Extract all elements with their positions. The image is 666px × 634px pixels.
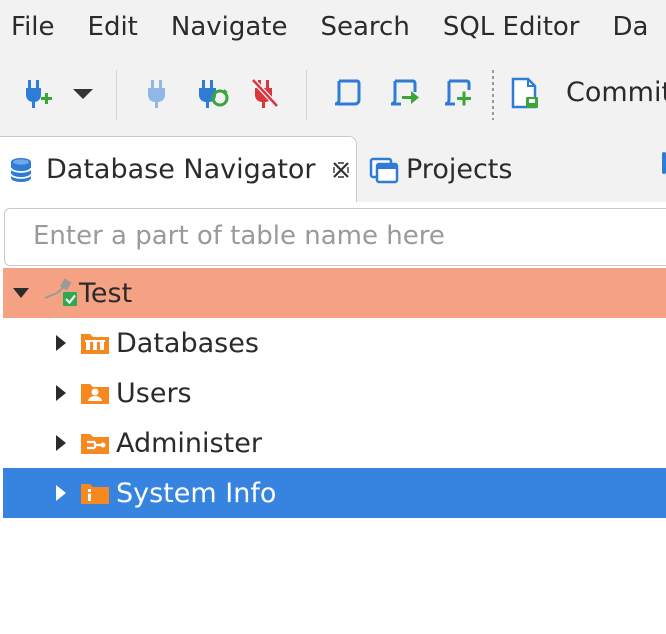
table-filter-input[interactable]	[5, 209, 666, 263]
chevron-right-icon[interactable]	[53, 485, 69, 501]
connect-icon[interactable]	[140, 76, 174, 110]
menu-edit[interactable]: Edit	[75, 0, 138, 54]
open-sql-script-icon[interactable]	[386, 76, 420, 110]
menu-search[interactable]: Search	[308, 0, 410, 54]
system-info-folder-icon	[80, 478, 110, 508]
new-sql-script-icon[interactable]	[440, 76, 474, 110]
administer-folder-icon	[80, 428, 110, 458]
tab-projects[interactable]: Projects	[366, 136, 566, 202]
tab-label: Projects	[406, 153, 513, 185]
tree-node-label: System Info	[116, 477, 277, 509]
menu-file[interactable]: File	[0, 0, 55, 54]
toolbar-separator	[492, 70, 494, 120]
tree-node-users[interactable]: Users	[3, 368, 666, 418]
main-toolbar: Commit	[0, 54, 666, 136]
chevron-down-icon[interactable]	[13, 285, 29, 301]
close-icon[interactable]	[330, 159, 352, 181]
disconnect-icon[interactable]	[248, 76, 282, 110]
commit-button-label[interactable]: Commit	[566, 72, 666, 114]
toolbar-separator	[116, 70, 117, 120]
toolbar-separator	[306, 70, 307, 120]
commit-mode-icon[interactable]	[508, 76, 542, 110]
projects-icon	[368, 153, 400, 185]
databases-folder-icon	[80, 328, 110, 358]
tree-node-databases[interactable]: Databases	[3, 318, 666, 368]
table-filter-box	[4, 208, 666, 266]
chevron-right-icon[interactable]	[53, 385, 69, 401]
tree-node-administer[interactable]: Administer	[3, 418, 666, 468]
tree-node-label: Databases	[116, 327, 259, 359]
tree-node-test-connection[interactable]: Test	[3, 268, 666, 318]
database-icon	[8, 154, 40, 186]
tab-database-navigator[interactable]: Database Navigator	[0, 136, 357, 202]
menu-sql-editor[interactable]: SQL Editor	[430, 0, 580, 54]
tree-node-label: Administer	[116, 427, 262, 459]
dropdown-arrow-icon[interactable]	[66, 76, 100, 110]
sql-editor-icon[interactable]	[330, 76, 364, 110]
tree-node-label: Users	[116, 377, 192, 409]
navigator-panel: Test Databases Use	[0, 202, 666, 634]
users-folder-icon	[80, 378, 110, 408]
tree-node-system-info[interactable]: System Info	[3, 468, 666, 518]
tab-label: Database Navigator	[46, 154, 316, 185]
menu-navigate[interactable]: Navigate	[158, 0, 288, 54]
menu-database[interactable]: Da	[600, 0, 649, 54]
chevron-right-icon[interactable]	[53, 335, 69, 351]
view-tab-bar: Database Navigator Projects	[0, 136, 666, 202]
chevron-right-icon[interactable]	[53, 435, 69, 451]
new-connection-icon[interactable]	[22, 76, 56, 110]
reconnect-icon[interactable]	[196, 76, 230, 110]
tree-node-label: Test	[79, 277, 133, 309]
connection-connected-icon	[43, 278, 79, 308]
overflow-tab-icon[interactable]	[652, 150, 666, 176]
menu-bar: File Edit Navigate Search SQL Editor Da	[0, 0, 666, 54]
